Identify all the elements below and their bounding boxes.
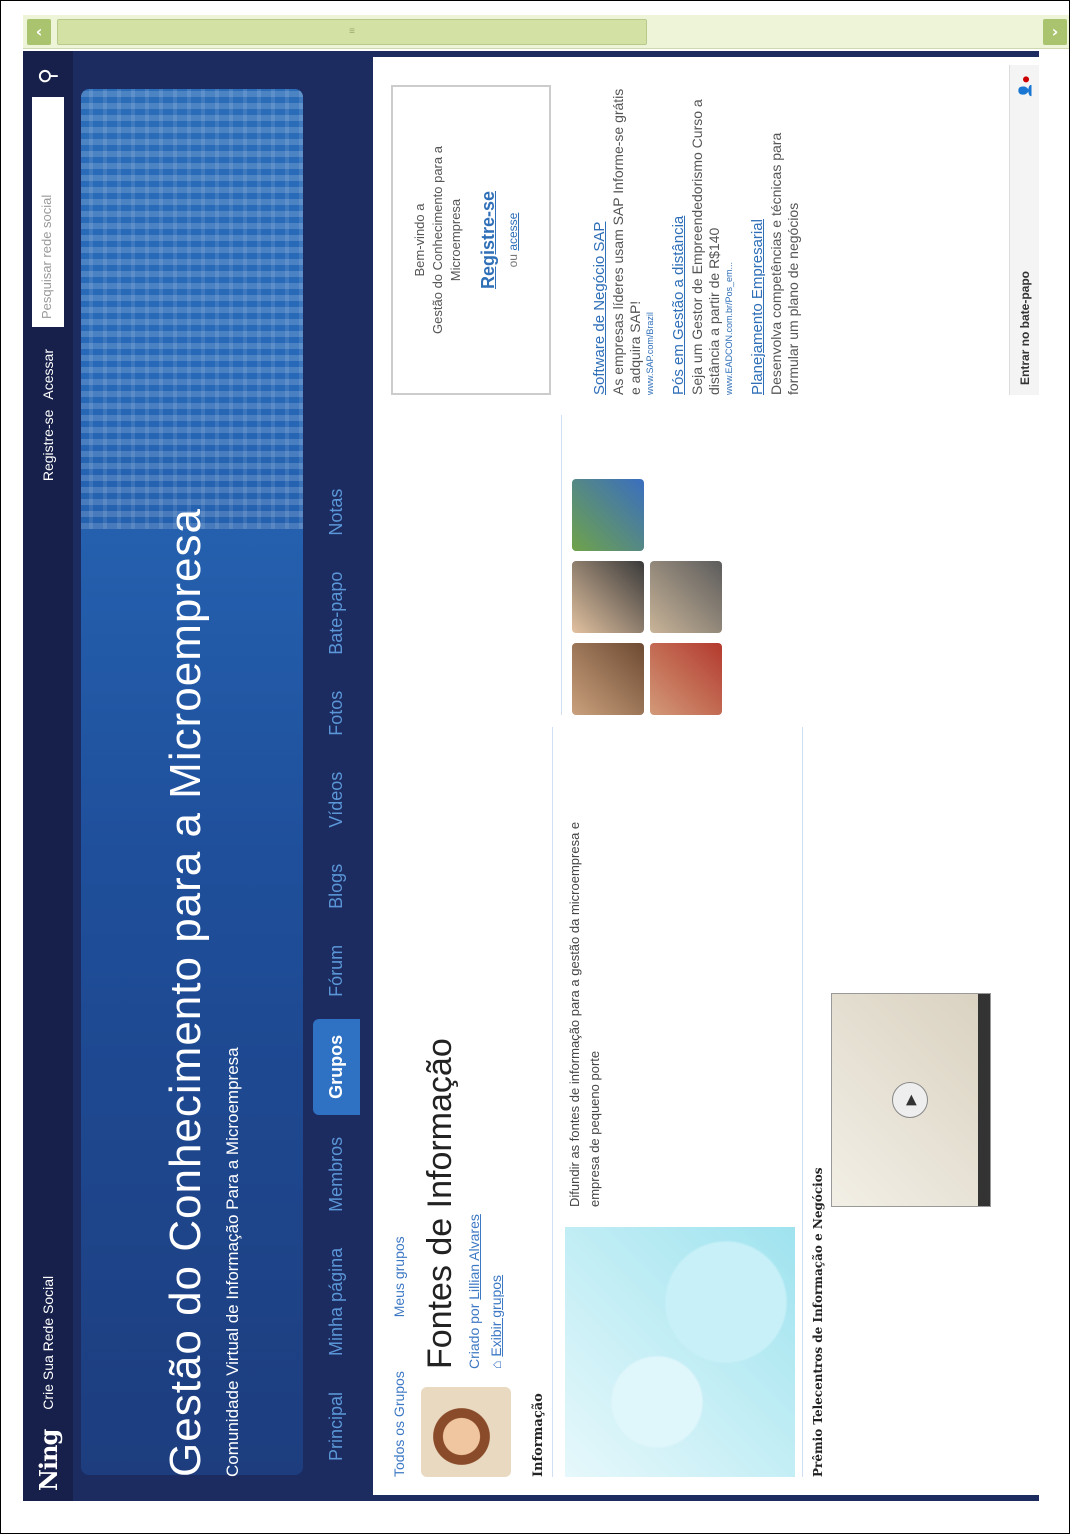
or-text: ou [505, 254, 520, 268]
ning-logo[interactable]: Ning [34, 1430, 63, 1491]
my-groups-link[interactable]: Meus grupos [391, 1236, 407, 1317]
welcome-register-link[interactable]: Registre-se [476, 105, 501, 375]
site-header: Gestão do Conhecimento para a Microempre… [73, 51, 373, 1501]
browser-frame: ‹ ≡ › Ning Crie Sua Rede Social Registre… [0, 0, 1070, 1534]
video-player[interactable]: ▶ [831, 993, 991, 1207]
tab-forum[interactable]: Fórum [314, 931, 359, 1011]
welcome-login-link[interactable]: acesse [506, 213, 520, 251]
tab-bate-papo[interactable]: Bate-papo [314, 558, 359, 669]
welcome-box: Bem-vindo a Gestão do Conhecimento para … [391, 85, 551, 395]
scroll-thumb[interactable]: ≡ [57, 19, 647, 45]
view-groups[interactable]: ⌂ Exibir grupos [488, 1038, 504, 1369]
main-nav: Principal Minha página Membros Grupos Fó… [313, 467, 360, 1475]
info-box: Difundir as fontes de informação para a … [552, 727, 795, 1477]
members-column [561, 415, 722, 715]
ad-sap-url[interactable]: www.SAP.com/Brazil [645, 85, 656, 395]
ad-sap-title[interactable]: Software de Negócio SAP [591, 85, 610, 395]
member-avatar[interactable] [650, 561, 722, 633]
group-avatar[interactable] [421, 1387, 511, 1477]
ning-top-bar: Ning Crie Sua Rede Social Registre-se Ac… [23, 51, 73, 1501]
ad-sap: Software de Negócio SAP As empresas líde… [591, 85, 656, 395]
group-created-by: Criado por Lillian Alvares [466, 1038, 482, 1369]
site-title[interactable]: Gestão do Conhecimento para a Microempre… [161, 508, 211, 1477]
tab-fotos[interactable]: Fotos [314, 677, 359, 750]
chat-users-icon[interactable]: 👤 [1018, 83, 1032, 98]
ad-pos: Pós em Gestão a distância Seja um Gestor… [670, 85, 735, 395]
ad-plan-title[interactable]: Planejamento Empresarial [749, 85, 768, 395]
scroll-right-arrow-icon[interactable]: › [1043, 19, 1067, 45]
tab-minha-pagina[interactable]: Minha página [314, 1234, 359, 1370]
ad-plan-body: Desenvolva competências e técnicas para … [767, 132, 802, 395]
chat-status-dot-icon: ● [1016, 75, 1033, 84]
tab-videos[interactable]: Vídeos [314, 758, 359, 842]
group-main-column: Todos os Grupos Meus grupos Fontes de In… [391, 727, 991, 1477]
member-grid [572, 415, 722, 715]
ad-pos-body: Seja um Gestor de Empreendedorismo Curso… [688, 99, 723, 395]
created-by-label: Criado por [466, 1303, 482, 1369]
ad-pos-title[interactable]: Pós em Gestão a distância [670, 85, 689, 395]
welcome-line2: Gestão do Conhecimento para a Microempre… [430, 146, 464, 334]
welcome-line1: Bem-vindo a [412, 203, 427, 277]
search-input[interactable]: Pesquisar rede social [32, 97, 64, 327]
member-avatar[interactable] [650, 643, 722, 715]
rotated-page: Ning Crie Sua Rede Social Registre-se Ac… [23, 51, 1039, 1501]
play-icon[interactable]: ▶ [892, 1082, 928, 1118]
register-link[interactable]: Registre-se [40, 410, 56, 482]
chat-bar[interactable]: Entrar no bate-papo 👤 ● [1009, 65, 1039, 395]
member-avatar[interactable] [572, 643, 644, 715]
site-subtitle: Comunidade Virtual de Informação Para a … [223, 1047, 242, 1477]
group-description: Difundir as fontes de informação para a … [567, 821, 602, 1207]
content-area: Todos os Grupos Meus grupos Fontes de In… [373, 51, 1039, 1501]
group-title: Fontes de Informação [421, 1038, 459, 1369]
ad-pos-url[interactable]: www.EADCON.com.br/Pos_em... [724, 85, 735, 395]
chat-bar-label[interactable]: Entrar no bate-papo [1018, 271, 1032, 385]
decorative-swirl-image [565, 1227, 795, 1477]
group-header: Fontes de Informação Criado por Lillian … [421, 727, 511, 1477]
welcome-or: ou acesse [505, 105, 522, 375]
member-avatar[interactable] [572, 479, 644, 551]
view-groups-link[interactable]: Exibir grupos [488, 1275, 504, 1357]
search-icon[interactable]: ⚲ [35, 61, 61, 91]
breadcrumb: Todos os Grupos Meus grupos [391, 727, 407, 1477]
tab-blogs[interactable]: Blogs [314, 850, 359, 923]
video-controls[interactable] [978, 994, 990, 1206]
scroll-left-arrow-icon[interactable]: ‹ [27, 19, 51, 45]
member-avatar[interactable] [572, 561, 644, 633]
create-network-link[interactable]: Crie Sua Rede Social [40, 1276, 56, 1410]
all-groups-link[interactable]: Todos os Grupos [391, 1371, 407, 1477]
premio-section: Prêmio Telecentros de Informação e Negóc… [802, 727, 991, 1477]
premio-title: Prêmio Telecentros de Informação e Negóc… [811, 1167, 825, 1477]
banner-pattern [81, 89, 303, 529]
login-link[interactable]: Acessar [40, 349, 56, 400]
right-sidebar: Bem-vindo a Gestão do Conhecimento para … [391, 85, 803, 395]
home-icon: ⌂ [488, 1360, 504, 1369]
tab-principal[interactable]: Principal [314, 1378, 359, 1475]
ad-sap-body: As empresas líderes usam SAP Informe-se … [609, 88, 644, 395]
tab-grupos[interactable]: Grupos [313, 1018, 360, 1115]
tab-membros[interactable]: Membros [314, 1123, 359, 1226]
tab-notas[interactable]: Notas [314, 475, 359, 550]
creator-link[interactable]: Lillian Alvares [466, 1214, 482, 1300]
ad-planejamento: Planejamento Empresarial Desenvolva comp… [749, 85, 803, 395]
info-section-heading: Informação [531, 1393, 546, 1477]
horizontal-scrollbar[interactable]: ‹ ≡ › [23, 15, 1069, 49]
